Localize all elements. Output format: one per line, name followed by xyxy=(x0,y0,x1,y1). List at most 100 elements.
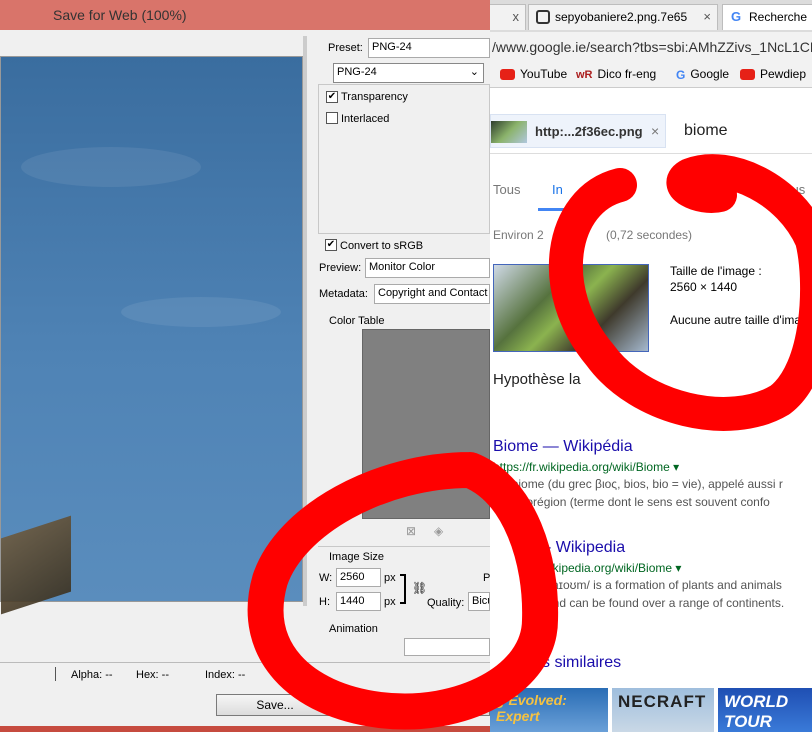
height-unit: px xyxy=(384,596,396,608)
format-value: PNG-24 xyxy=(337,66,377,78)
youtube-icon xyxy=(500,69,515,81)
hex-readout: Hex: -- xyxy=(136,669,169,681)
result-snippet: /ˈbaɪoʊm/ is a formation of plants and a… xyxy=(538,578,782,592)
sky-cloud xyxy=(21,147,201,187)
taskbar-strip xyxy=(0,726,490,732)
close-tab-icon[interactable]: x xyxy=(513,5,520,29)
bookmark-label: Pewdiep xyxy=(760,67,807,81)
chip-text: http:...2f36ec.png xyxy=(535,124,643,139)
similar-image-thumb[interactable]: NECRAFT xyxy=(612,688,714,732)
similar-images-heading[interactable]: s similaires xyxy=(542,654,621,672)
close-tab-icon[interactable]: × xyxy=(703,5,711,29)
save-button[interactable]: Save... xyxy=(216,694,334,716)
result-title[interactable]: - Wikipedia xyxy=(546,539,625,557)
color-table[interactable] xyxy=(362,329,490,519)
bookmark-google[interactable]: G Google xyxy=(676,67,729,82)
convert-srgb-label: Convert to sRGB xyxy=(340,240,424,252)
interlaced-checkbox[interactable] xyxy=(326,112,338,124)
width-label: W: xyxy=(319,572,333,584)
image-preview-pane[interactable] xyxy=(0,56,303,615)
save-for-web-dialog: Save for Web (100%) Preset: PNG-24 PNG-2… xyxy=(0,0,490,732)
metadata-select[interactable]: Copyright and Contact xyxy=(374,284,490,304)
bookmark-label: YouTube xyxy=(520,67,568,81)
image-size-value: 2560 × 1440 xyxy=(670,280,738,294)
chip-thumbnail xyxy=(491,121,527,143)
tab-partial[interactable]: x xyxy=(490,4,526,30)
height-input[interactable]: 1440 xyxy=(336,592,381,611)
status-bar: Alpha: -- Hex: -- Index: -- xyxy=(0,662,490,686)
result-stats-right: (0,72 secondes) xyxy=(606,228,693,242)
tab-strip: x sepyobaniere2.png.7e65 × G Recherche xyxy=(490,0,812,32)
address-url: /www.google.ie/search?tbs=sbi:AMhZZivs_1… xyxy=(492,39,812,55)
search-query: biome xyxy=(684,122,728,139)
google-favicon-icon: G xyxy=(731,9,742,24)
preview-select[interactable]: Monitor Color xyxy=(365,258,490,278)
tab-image-title: sepyobaniere2.png.7e65 xyxy=(555,10,688,24)
transparency-label: Transparency xyxy=(341,91,408,103)
address-bar[interactable]: /www.google.ie/search?tbs=sbi:AMhZZivs_1… xyxy=(490,32,812,62)
animation-label: Animation xyxy=(329,623,378,635)
sky-cloud xyxy=(121,297,281,327)
tab-images[interactable]: In xyxy=(552,182,563,197)
similar-image-thumb[interactable]: WORLD TOUR xyxy=(718,688,812,732)
width-input[interactable]: 2560 xyxy=(336,568,381,587)
format-options-box xyxy=(318,84,490,234)
no-other-size-text: Aucune autre taille d'ima xyxy=(670,313,802,327)
format-select[interactable]: PNG-24 ⌄ xyxy=(333,63,484,83)
search-image-chip[interactable]: http:...2f36ec.png × xyxy=(490,114,666,148)
alpha-readout: Alpha: -- xyxy=(71,669,113,681)
done-button[interactable] xyxy=(472,694,490,716)
result-url[interactable]: https://fr.wikipedia.org/wiki/Biome ▾ xyxy=(493,460,679,474)
preview-label: Preview: xyxy=(319,262,362,274)
browser-window: x sepyobaniere2.png.7e65 × G Recherche /… xyxy=(490,0,812,732)
tab-image[interactable]: sepyobaniere2.png.7e65 × xyxy=(528,4,718,30)
trash-icon[interactable]: ⊠ xyxy=(406,524,416,538)
google-search-box[interactable]: http:...2f36ec.png × biome xyxy=(490,110,812,154)
height-label: H: xyxy=(319,596,330,608)
convert-srgb-checkbox[interactable]: ✔ xyxy=(325,239,337,251)
tab-more[interactable]: Plus xyxy=(780,182,805,197)
bookmark-youtube[interactable]: YouTube xyxy=(500,67,567,81)
result-snippet: Un biome (du grec βιος, bios, bio = vie)… xyxy=(493,477,783,491)
preset-label: Preset: xyxy=(328,42,363,54)
dialog-title-bar[interactable]: Save for Web (100%) xyxy=(0,0,490,30)
bookmark-dico[interactable]: wR Dico fr-eng xyxy=(576,67,656,81)
result-snippet: ore écorégion (terme dont le sens est so… xyxy=(493,495,770,509)
tab-search[interactable]: G Recherche xyxy=(722,4,812,30)
google-icon: G xyxy=(676,67,686,82)
wordreference-icon: wR xyxy=(576,68,593,81)
preview-roof-detail xyxy=(1,515,71,615)
result-snippet: and can be found over a range of contine… xyxy=(546,596,785,610)
tab-all[interactable]: Tous xyxy=(493,182,520,197)
looping-select[interactable] xyxy=(404,638,490,656)
cube-icon[interactable]: ◈ xyxy=(434,524,443,538)
close-icon[interactable]: × xyxy=(651,123,659,139)
similar-image-thumb[interactable]: g Evolved: Expert xyxy=(490,688,608,732)
transparency-checkbox[interactable]: ✔ xyxy=(326,91,338,103)
constrain-bracket xyxy=(400,574,406,604)
quality-select[interactable]: Bicu xyxy=(468,592,490,611)
color-table-label: Color Table xyxy=(329,315,385,327)
bookmark-label: Dico fr-eng xyxy=(597,67,657,81)
percent-label: P xyxy=(483,572,490,584)
bookmark-label: Google xyxy=(690,67,730,81)
result-stats-left: Environ 2 xyxy=(493,228,544,242)
metadata-label: Metadata: xyxy=(319,288,368,300)
quality-label: Quality: xyxy=(427,597,465,609)
cancel-button[interactable]: Cancel xyxy=(344,694,462,716)
settings-panel: Preset: PNG-24 PNG-24 ⌄ ✔ Transparency I… xyxy=(308,36,490,656)
link-chain-icon[interactable]: ⛓ xyxy=(412,581,427,595)
bookmark-pewdiep[interactable]: Pewdiep xyxy=(740,67,806,81)
active-tab-indicator xyxy=(538,208,578,211)
preview-divider xyxy=(303,36,307,606)
status-separator xyxy=(55,667,56,681)
image-size-heading: Taille de l'image : xyxy=(670,264,762,278)
image-size-label: Image Size xyxy=(329,551,385,563)
result-url[interactable]: .wikipedia.org/wiki/Biome ▾ xyxy=(538,561,681,575)
search-image-thumbnail[interactable] xyxy=(493,264,649,352)
youtube-icon xyxy=(740,69,755,81)
preset-select[interactable]: PNG-24 xyxy=(368,38,490,58)
result-title[interactable]: Biome — Wikipédia xyxy=(493,438,633,456)
tab-search-title: Recherche xyxy=(749,10,808,24)
interlaced-label: Interlaced xyxy=(341,113,390,125)
